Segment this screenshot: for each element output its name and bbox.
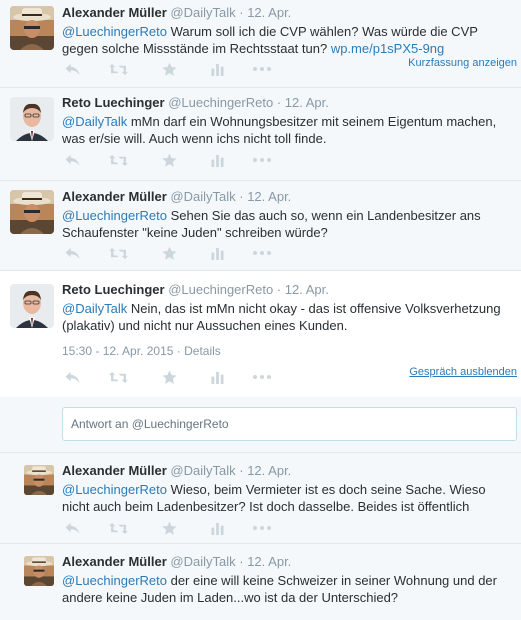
separator: · [276,95,282,110]
stats-icon[interactable] [207,520,227,536]
stats-icon[interactable] [207,61,227,77]
tweet[interactable]: Alexander Müller @DailyTalk · 12. Apr. @… [0,0,521,88]
tweet-timestamp: 15:30 - 12. Apr. 2015 · Details [62,344,221,358]
tweet-time[interactable]: 12. Apr. [285,282,329,297]
details-link[interactable]: Details [184,344,221,358]
tweet-text: @LuechingerReto Sehen Sie das auch so, w… [62,208,481,240]
avatar[interactable] [10,97,54,141]
separator: · [276,282,282,297]
reply-icon[interactable] [62,520,82,536]
tweet-header: Alexander Müller @DailyTalk · 12. Apr. [62,554,515,570]
tweet-header: Alexander Müller @DailyTalk · 12. Apr. [62,463,515,479]
user-name[interactable]: Alexander Müller [62,554,167,569]
expand-link[interactable]: Kurzfassung anzeigen [408,57,517,69]
more-icon[interactable] [252,245,272,261]
tweet-time[interactable]: 12. Apr. [247,463,291,478]
tweet-expanded[interactable]: Reto Luechinger @LuechingerReto · 12. Ap… [0,271,521,397]
tweet-time[interactable]: 12. Apr. [285,95,329,110]
hide-conversation-link[interactable]: Gespräch ausblenden [409,366,517,378]
tweet-actions [62,245,282,261]
separator: · [239,463,244,478]
stats-icon[interactable] [207,152,227,168]
retweet-icon[interactable] [108,245,128,261]
avatar[interactable] [10,284,54,328]
reply-area: Antwort an @LuechingerReto [0,397,521,453]
reply-icon[interactable] [62,61,82,77]
tweet-text: @DailyTalk mMn darf ein Wohnungsbesitzer… [62,114,497,146]
separator: · [239,554,244,569]
retweet-icon[interactable] [108,369,128,385]
tweet[interactable]: Reto Luechinger @LuechingerReto · 12. Ap… [0,88,521,181]
tweet-text: @LuechingerReto Wieso, beim Vermieter is… [62,482,486,514]
tweet-header: Reto Luechinger @LuechingerReto · 12. Ap… [62,282,515,298]
avatar[interactable] [10,190,54,234]
tweet-actions [62,520,282,536]
reply-input[interactable]: Antwort an @LuechingerReto [62,407,517,441]
user-name[interactable]: Reto Luechinger [62,282,165,297]
tweet-text: @DailyTalk Nein, das ist mMn nicht okay … [62,301,501,333]
tweet-time[interactable]: 12. Apr. [247,189,291,204]
reply-icon[interactable] [62,369,82,385]
user-name[interactable]: Alexander Müller [62,463,167,478]
separator: · [239,5,244,20]
user-handle[interactable]: @DailyTalk [170,463,235,478]
tweet[interactable]: Alexander Müller @DailyTalk · 12. Apr. @… [0,544,521,620]
tweet-time[interactable]: 12. Apr. [247,5,291,20]
tweet[interactable]: Alexander Müller @DailyTalk · 12. Apr. @… [0,181,521,271]
avatar[interactable] [10,6,54,50]
retweet-icon[interactable] [108,520,128,536]
separator: · [176,344,181,358]
tweet[interactable]: Alexander Müller @DailyTalk · 12. Apr. @… [0,453,521,544]
avatar[interactable] [24,556,54,586]
mention-link[interactable]: @LuechingerReto [62,24,167,39]
user-handle[interactable]: @DailyTalk [170,5,235,20]
tweet-header: Alexander Müller @DailyTalk · 12. Apr. [62,5,515,21]
tweet-actions [62,61,282,77]
user-name[interactable]: Alexander Müller [62,189,167,204]
tweet-time[interactable]: 12. Apr. [247,554,291,569]
retweet-icon[interactable] [108,61,128,77]
user-handle[interactable]: @LuechingerReto [168,95,273,110]
more-icon[interactable] [252,369,272,385]
user-handle[interactable]: @DailyTalk [170,189,235,204]
more-icon[interactable] [252,152,272,168]
user-name[interactable]: Reto Luechinger [62,95,165,110]
favorite-icon[interactable] [159,245,179,261]
reply-icon[interactable] [62,152,82,168]
favorite-icon[interactable] [159,152,179,168]
stats-icon[interactable] [207,245,227,261]
mention-link[interactable]: @DailyTalk [62,301,127,316]
stats-icon[interactable] [207,369,227,385]
tweet-actions [62,369,282,385]
retweet-icon[interactable] [108,152,128,168]
favorite-icon[interactable] [159,520,179,536]
mention-link[interactable]: @LuechingerReto [62,573,167,588]
tweet-text: @LuechingerReto Warum soll ich die CVP w… [62,24,478,56]
user-handle[interactable]: @LuechingerReto [168,282,273,297]
avatar[interactable] [24,465,54,495]
more-icon[interactable] [252,61,272,77]
reply-icon[interactable] [62,245,82,261]
favorite-icon[interactable] [159,369,179,385]
tweet-actions [62,152,282,168]
url-link[interactable]: wp.me/p1sPX5-9ng [331,41,444,56]
mention-link[interactable]: @LuechingerReto [62,208,167,223]
more-icon[interactable] [252,520,272,536]
tweet-header: Alexander Müller @DailyTalk · 12. Apr. [62,189,515,205]
user-handle[interactable]: @DailyTalk [170,554,235,569]
mention-link[interactable]: @LuechingerReto [62,482,167,497]
user-name[interactable]: Alexander Müller [62,5,167,20]
favorite-icon[interactable] [159,61,179,77]
tweet-header: Reto Luechinger @LuechingerReto · 12. Ap… [62,95,515,111]
tweet-text: @LuechingerReto der eine will keine Schw… [62,573,497,605]
mention-link[interactable]: @DailyTalk [62,114,127,129]
timestamp[interactable]: 15:30 - 12. Apr. 2015 [62,344,173,358]
separator: · [239,189,244,204]
